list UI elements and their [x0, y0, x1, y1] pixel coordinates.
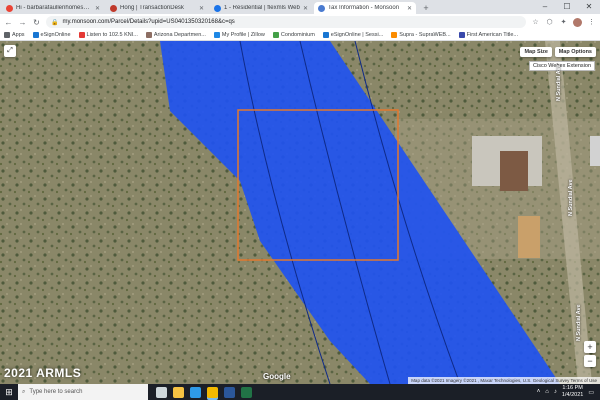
url-text: my.monsoon.com/Parcel/Details?upid=US040…	[62, 19, 235, 25]
arizona-icon	[145, 32, 152, 38]
fullscreen-button[interactable]: ⤢	[4, 45, 16, 57]
apps-grid-icon	[4, 32, 10, 38]
zoom-out-button[interactable]: −	[584, 355, 596, 367]
browser-tab-monsoon[interactable]: Tax Information - Monsoon ✕	[314, 2, 416, 14]
browser-toolbar: ← → ↻ 🔒 my.monsoon.com/Parcel/Details?up…	[0, 14, 600, 30]
bookmark-label: eSignOnline	[40, 32, 71, 38]
taskbar-apps	[156, 386, 252, 398]
network-icon[interactable]: ⌂	[545, 389, 549, 395]
forward-arrow-icon[interactable]: →	[18, 18, 27, 27]
search-icon: ⌕	[22, 388, 26, 395]
bookmark-apps[interactable]: Apps	[4, 32, 25, 38]
search-placeholder: Type here to search	[29, 389, 83, 395]
aerial-map-canvas	[0, 41, 600, 384]
bookmark-first-american[interactable]: First American Title...	[458, 32, 518, 38]
bookmark-label: Arizona Departmen...	[153, 32, 206, 38]
task-view-icon[interactable]	[156, 386, 167, 398]
bookmark-zillow[interactable]: My Profile | Zillow	[213, 32, 265, 38]
supra-icon	[391, 32, 398, 38]
bookmark-radio[interactable]: Listen to 102.5 KNI...	[78, 32, 138, 38]
map-options-button[interactable]: Map Options	[554, 47, 596, 57]
clock-time: 1:16 PM	[562, 385, 583, 391]
back-arrow-icon[interactable]: ←	[4, 18, 13, 27]
esign-icon	[32, 32, 39, 38]
map-viewport[interactable]: ⤢ Map Size Map Options Cisco Webex Exten…	[0, 41, 600, 384]
armls-watermark: 2021 ARMLS	[4, 366, 82, 380]
google-logo: Google	[263, 372, 291, 381]
clock-date: 1/4/2021	[561, 392, 584, 398]
browser-tab-flexmls[interactable]: 1 - Residential | flexmls Web ✕	[210, 2, 312, 14]
bookmark-label: Supra - SupraWEB...	[399, 32, 451, 38]
zoom-in-button[interactable]: +	[584, 341, 596, 353]
bookmark-label: My Profile | Zillow	[221, 32, 265, 38]
new-tab-button[interactable]: +	[420, 2, 432, 14]
monsoon-icon	[318, 4, 325, 12]
folder-icon[interactable]	[173, 386, 184, 398]
windows-start-icon[interactable]: ⊞	[0, 387, 18, 398]
browser-tab-strip: Hi - barbarafaullenhomes@g... ✕ Hong | T…	[0, 0, 600, 14]
windows-taskbar: ⊞ ⌕ Type here to search ˄ ⌂ ♪ 1:16 PM 1/…	[0, 384, 600, 400]
bookmark-label: eSignOnline | Sessi...	[330, 32, 384, 38]
tab-title: Hi - barbarafaullenhomes@g...	[16, 5, 92, 11]
bookmark-arizona[interactable]: Arizona Departmen...	[145, 32, 206, 38]
puzzle-icon[interactable]: ✦	[559, 18, 568, 26]
browser-tab-transactiondesk[interactable]: Hong | TransactionDesk ✕	[106, 2, 208, 14]
menu-dots-icon[interactable]: ⋮	[587, 18, 596, 26]
taskbar-search[interactable]: ⌕ Type here to search	[18, 384, 148, 400]
star-icon[interactable]: ☆	[531, 18, 540, 26]
maximize-icon[interactable]: ☐	[556, 0, 578, 14]
chevron-up-icon[interactable]: ˄	[537, 389, 541, 395]
map-size-button[interactable]: Map Size	[520, 47, 552, 57]
taskbar-clock[interactable]: 1:16 PM 1/4/2021	[562, 385, 583, 399]
notifications-icon[interactable]: ▭	[588, 389, 594, 396]
bookmark-label: First American Title...	[466, 32, 518, 38]
road-label: N Sundial Ave	[556, 64, 562, 101]
extension-icon[interactable]: ⬡	[545, 18, 554, 26]
reload-icon[interactable]: ↻	[32, 18, 41, 27]
browser-tab-gmail[interactable]: Hi - barbarafaullenhomes@g... ✕	[2, 2, 104, 14]
chrome-icon[interactable]	[207, 386, 218, 398]
close-icon[interactable]: ✕	[303, 5, 308, 12]
profile-avatar[interactable]	[573, 17, 582, 27]
map-attribution[interactable]: Map data ©2021 Imagery ©2021 , Maxar Tec…	[408, 377, 600, 384]
road-label: N Sundial Ave	[568, 179, 574, 216]
folder-icon	[272, 32, 279, 38]
bookmarks-bar: Apps eSignOnline Listen to 102.5 KNI... …	[0, 30, 600, 41]
flexmls-icon	[214, 4, 221, 12]
house-roof-accent	[500, 151, 528, 191]
bookmark-label: Listen to 102.5 KNI...	[86, 32, 138, 38]
bookmark-supra[interactable]: Supra - SupraWEB...	[391, 32, 451, 38]
tab-title: Hong | TransactionDesk	[120, 5, 184, 11]
first-american-icon	[458, 32, 465, 38]
window-controls: – ☐ ✕	[534, 0, 600, 14]
minimize-icon[interactable]: –	[534, 0, 556, 14]
bookmark-label: Apps	[12, 32, 25, 38]
radio-icon	[78, 32, 85, 38]
word-icon[interactable]	[224, 386, 235, 398]
address-bar[interactable]: 🔒 my.monsoon.com/Parcel/Details?upid=US0…	[46, 16, 526, 28]
bookmark-esign-session[interactable]: eSignOnline | Sessi...	[322, 32, 384, 38]
system-tray: ˄ ⌂ ♪ 1:16 PM 1/4/2021 ▭	[537, 385, 600, 399]
edge-icon[interactable]	[190, 386, 201, 398]
close-icon[interactable]: ✕	[407, 5, 412, 12]
transactiondesk-icon	[110, 4, 117, 12]
close-icon[interactable]: ✕	[199, 5, 204, 12]
tab-title: Tax Information - Monsoon	[328, 5, 400, 11]
shed-roof	[518, 216, 540, 258]
neighbor-building	[590, 136, 600, 166]
road-label: N Sundial Ave	[576, 304, 582, 341]
close-window-icon[interactable]: ✕	[578, 0, 600, 14]
lock-icon: 🔒	[51, 19, 59, 26]
excel-icon[interactable]	[241, 386, 252, 398]
bookmark-esignonline[interactable]: eSignOnline	[32, 32, 71, 38]
gmail-icon	[6, 4, 13, 12]
esign-icon	[322, 32, 329, 38]
zillow-icon	[213, 32, 220, 38]
tab-title: 1 - Residential | flexmls Web	[224, 5, 300, 11]
bookmark-label: Condominium	[280, 32, 315, 38]
bookmark-condominium[interactable]: Condominium	[272, 32, 315, 38]
volume-icon[interactable]: ♪	[554, 389, 557, 395]
close-icon[interactable]: ✕	[95, 5, 100, 12]
extension-tooltip: Cisco Webex Extension	[529, 61, 595, 71]
